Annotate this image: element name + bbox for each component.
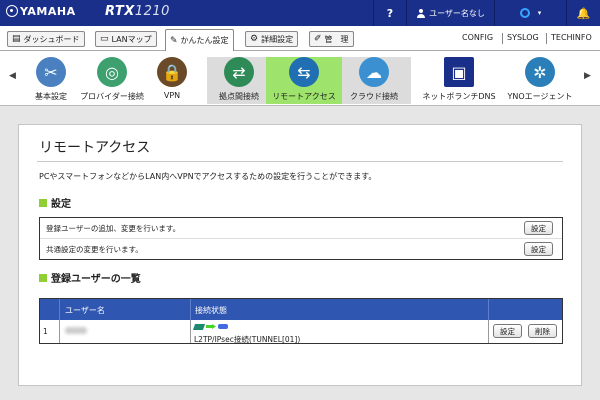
network-icon: ✲ bbox=[525, 57, 555, 87]
settings-box: 登録ユーザーの追加、変更を行います。 設定 共通設定の変更を行います。 設定 bbox=[39, 217, 563, 260]
delete-user-button[interactable]: 削除 bbox=[528, 324, 557, 338]
toolbar-item-vpn[interactable]: 🔒 VPN bbox=[155, 51, 189, 106]
help-button[interactable]: ? bbox=[373, 0, 406, 26]
toolbar-item-cloud[interactable]: ☁ クラウド接続 bbox=[346, 51, 402, 106]
toolbar-item-yno-agent[interactable]: ✲ YNOエージェント bbox=[505, 51, 575, 106]
connection-status: L2TP/IPsec接続(TUNNEL[01]) bbox=[192, 322, 300, 345]
users-table: ユーザー名 接続状態 1 L2TP/IPsec接続(TUNNEL[01]) 設定… bbox=[39, 298, 563, 344]
common-settings-button[interactable]: 設定 bbox=[524, 242, 553, 256]
title-divider bbox=[37, 161, 563, 162]
syslog-link[interactable]: SYSLOG bbox=[507, 33, 539, 42]
toolbar-item-provider[interactable]: ◎ プロバイダー接続 bbox=[78, 51, 146, 106]
main-nav: ▤ ダッシュボード ▭ LANマップ ✎ かんたん設定 ⚙ 詳細設定 ✐ 管 理… bbox=[0, 26, 600, 51]
bell-icon[interactable]: 🔔 bbox=[566, 0, 600, 26]
tab-easy-setup[interactable]: ✎ かんたん設定 bbox=[165, 29, 234, 51]
arrow-right-icon bbox=[206, 324, 216, 329]
status-ring-icon bbox=[519, 8, 530, 18]
toolbar-item-remote-access[interactable]: ⇆ リモートアクセス bbox=[268, 51, 340, 106]
scroll-right-icon[interactable]: ▶ bbox=[584, 71, 591, 81]
scroll-left-icon[interactable]: ◀ bbox=[9, 71, 16, 81]
table-header: ユーザー名 接続状態 bbox=[40, 299, 562, 320]
tools-icon: ✂ bbox=[36, 57, 66, 87]
settings-row: 登録ユーザーの追加、変更を行います。 設定 bbox=[40, 218, 562, 239]
toolbar-item-basic-settings[interactable]: ✂ 基本設定 bbox=[33, 51, 69, 106]
user-icon bbox=[416, 8, 426, 18]
yamaha-logo: YAMAHA bbox=[6, 5, 76, 18]
yamaha-logo-icon bbox=[6, 5, 18, 17]
user-menu[interactable]: ユーザー名なし bbox=[406, 0, 494, 26]
link-divider bbox=[546, 33, 547, 44]
gear-icon: ⚙ bbox=[250, 34, 259, 44]
page-title: リモートアクセス bbox=[39, 140, 151, 156]
remote-access-icon: ⇆ bbox=[289, 57, 319, 87]
users-section-heading: 登録ユーザーの一覧 bbox=[39, 270, 141, 285]
table-row: 1 L2TP/IPsec接続(TUNNEL[01]) 設定 削除 bbox=[40, 320, 562, 345]
toolbar-item-site-to-site[interactable]: ⇄ 拠点間接続 bbox=[214, 51, 264, 106]
row-index: 1 bbox=[43, 327, 48, 336]
wand-icon: ✎ bbox=[170, 35, 178, 46]
feature-toolbar: ◀ ✂ 基本設定 ◎ プロバイダー接続 🔒 VPN ⇄ 拠点間接続 ⇆ リモート… bbox=[0, 51, 600, 106]
redacted-username bbox=[65, 327, 87, 334]
status-menu[interactable]: ▾ bbox=[494, 0, 566, 26]
settings-row: 共通設定の変更を行います。 設定 bbox=[40, 239, 562, 260]
section-marker-icon bbox=[39, 273, 47, 282]
settings-section-heading: 設定 bbox=[39, 195, 71, 210]
techinfo-link[interactable]: TECHINFO bbox=[551, 33, 592, 42]
wrench-icon: ✐ bbox=[314, 34, 322, 44]
link-divider bbox=[502, 33, 503, 44]
config-link[interactable]: CONFIG bbox=[462, 33, 493, 42]
section-marker-icon bbox=[39, 198, 47, 207]
tab-management[interactable]: ✐ 管 理 bbox=[309, 31, 354, 47]
dashboard-icon: ▤ bbox=[12, 34, 21, 44]
chevron-down-icon: ▾ bbox=[537, 9, 542, 17]
client-device-icon bbox=[192, 323, 206, 330]
tab-dashboard[interactable]: ▤ ダッシュボード bbox=[7, 31, 85, 47]
dns-icon: ▣ bbox=[444, 57, 474, 87]
column-header-username: ユーザー名 bbox=[65, 306, 105, 315]
column-header-status: 接続状態 bbox=[195, 306, 227, 315]
site-link-icon: ⇄ bbox=[224, 57, 254, 87]
page-description: PCやスマートフォンなどからLAN内へVPNでアクセスするための設定を行うことが… bbox=[39, 172, 377, 181]
globe-icon: ◎ bbox=[97, 57, 127, 87]
edit-user-button[interactable]: 設定 bbox=[493, 324, 522, 338]
model-name: RTX1210 bbox=[105, 4, 170, 19]
user-settings-button[interactable]: 設定 bbox=[524, 221, 553, 235]
tab-advanced-settings[interactable]: ⚙ 詳細設定 bbox=[245, 31, 299, 47]
cloud-icon: ☁ bbox=[359, 57, 389, 87]
tab-lan-map[interactable]: ▭ LANマップ bbox=[95, 31, 157, 47]
content-panel: リモートアクセス PCやスマートフォンなどからLAN内へVPNでアクセスするため… bbox=[18, 124, 582, 386]
toolbar-item-netvolante-dns[interactable]: ▣ ネットボランチDNS bbox=[420, 51, 498, 106]
user-name: ユーザー名なし bbox=[429, 8, 485, 18]
top-bar: YAMAHA RTX1210 ? ユーザー名なし ▾ 🔔 bbox=[0, 0, 600, 26]
lock-icon: 🔒 bbox=[157, 57, 187, 87]
router-icon bbox=[218, 324, 228, 329]
lan-map-icon: ▭ bbox=[100, 34, 109, 44]
